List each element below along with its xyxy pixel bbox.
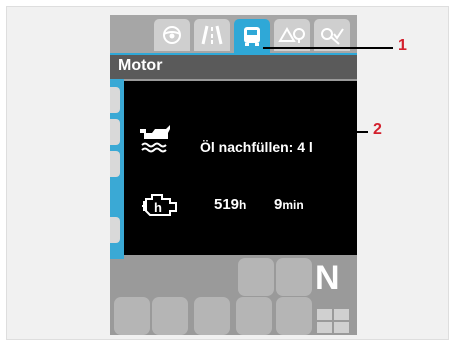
status-box [276, 297, 312, 335]
gear-indicator: N [315, 259, 340, 297]
status-box [114, 297, 150, 335]
side-strip [110, 79, 124, 259]
instrument-display: Motor Öl nachfüllen: 4 l h 519h 9min N [110, 15, 357, 335]
vehicle-icon [244, 27, 260, 46]
service-icon [321, 28, 344, 45]
callout-number-1: 1 [398, 37, 407, 54]
callout-number-2: 2 [373, 121, 382, 138]
engine-panel: Öl nachfüllen: 4 l h 519h 9min [124, 81, 357, 255]
side-tab-2[interactable] [110, 119, 120, 145]
road-icon [201, 25, 223, 45]
engine-hours: 519h [214, 196, 246, 213]
engine-icon: h [142, 194, 177, 216]
side-tab-4[interactable] [110, 217, 120, 243]
status-box [276, 258, 312, 296]
header-bar: Motor [110, 53, 357, 79]
mini-grid [317, 309, 351, 335]
svg-text:h: h [154, 200, 162, 215]
steering-wheel-icon [163, 26, 181, 44]
callout-line-1 [263, 47, 393, 49]
engine-hours-unit: h [239, 198, 247, 212]
tab-road[interactable] [194, 19, 230, 51]
engine-hours-value: 519 [214, 196, 240, 213]
callout-line-2 [340, 131, 368, 133]
status-box [236, 297, 272, 335]
status-box [194, 297, 230, 335]
engine-minutes-unit: min [282, 198, 304, 212]
page-title: Motor [118, 57, 163, 74]
side-tab-3[interactable] [110, 151, 120, 177]
oil-refill-message: Öl nachfüllen: 4 l [200, 139, 313, 155]
status-box [152, 297, 188, 335]
road-sign-icon [278, 27, 305, 43]
status-box [238, 258, 274, 296]
side-tab-1[interactable] [110, 87, 120, 113]
tab-steering[interactable] [154, 19, 190, 51]
engine-minutes: 9min [274, 196, 304, 213]
oil-can-icon [140, 125, 170, 153]
